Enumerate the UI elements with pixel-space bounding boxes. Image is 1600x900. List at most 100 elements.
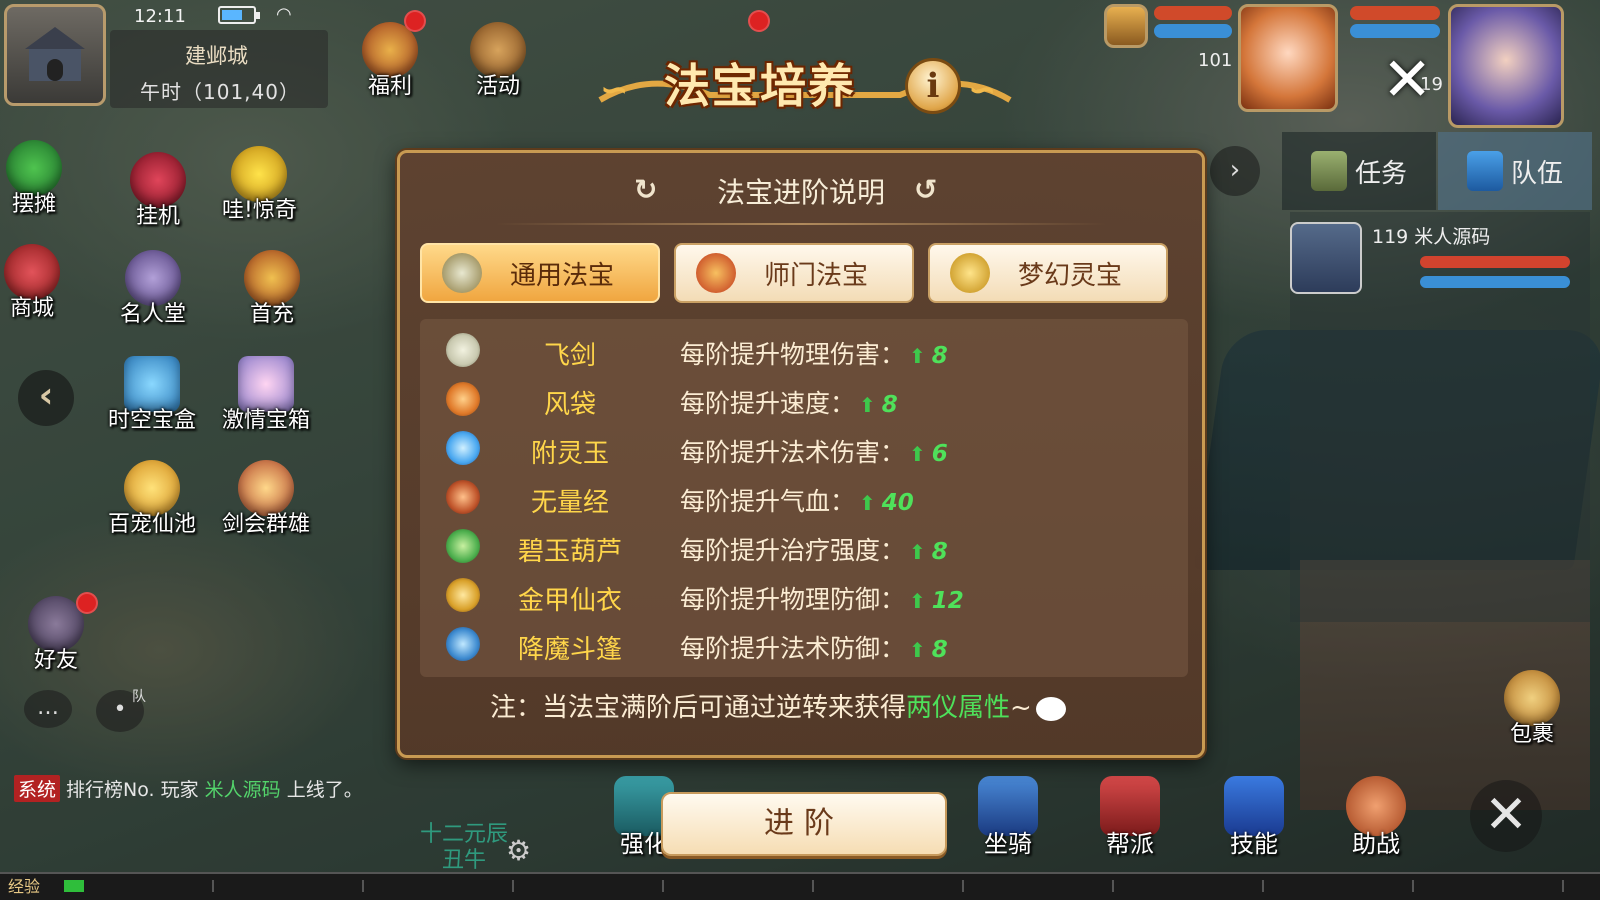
list-item: 金甲仙衣 每阶提升物理防御： ⬆ 12 bbox=[420, 570, 1188, 620]
zodiac-value: 丑牛 bbox=[442, 848, 487, 873]
item-name: 碧玉葫芦 bbox=[517, 537, 622, 567]
modal-main-title: 法宝培养 bbox=[664, 59, 856, 113]
chat-suffix: 上线了。 bbox=[280, 779, 363, 801]
team-member-mp-bar bbox=[1420, 276, 1570, 288]
pet-portrait[interactable] bbox=[1238, 4, 1338, 112]
afk-button[interactable]: 挂机 bbox=[130, 152, 186, 230]
flag-icon bbox=[1466, 151, 1503, 191]
hall-of-fame-button[interactable]: 名人堂 bbox=[120, 250, 186, 328]
item-value: 8 bbox=[931, 637, 948, 663]
chat-prefix: 排行榜No. bbox=[66, 779, 155, 801]
item-value: 8 bbox=[881, 392, 898, 418]
item-name: 无量经 bbox=[530, 488, 609, 518]
gear-icon[interactable]: ⚙ bbox=[506, 834, 531, 867]
up-arrow-icon: ⬆ bbox=[909, 442, 926, 466]
wifi-icon: ◠ bbox=[276, 4, 292, 25]
item-name: 金甲仙衣 bbox=[517, 586, 622, 616]
skills-button[interactable]: 技能 bbox=[1224, 776, 1284, 859]
item-name: 降魔斗篷 bbox=[517, 635, 622, 665]
team-member-avatar[interactable] bbox=[1290, 222, 1362, 294]
close-icon[interactable]: ✕ bbox=[1382, 50, 1432, 110]
item-value: 40 bbox=[881, 490, 914, 516]
pet-level: 101 bbox=[1198, 50, 1233, 71]
zodiac-label: 十二元辰 bbox=[420, 822, 509, 847]
system-tag: 系统 bbox=[14, 775, 61, 802]
activity-button[interactable]: 活动 bbox=[470, 22, 526, 100]
pet-mp-bar bbox=[1154, 24, 1232, 38]
tab-dream-lingbao[interactable]: 梦幻灵宝 bbox=[928, 243, 1168, 303]
battery-icon bbox=[218, 6, 260, 24]
coordinates: 午时（101,40） bbox=[140, 80, 300, 104]
fabao-list: 飞剑 每阶提升物理伤害： ⬆ 8 风袋 每阶提升速度： ⬆ 8 附灵玉 每阶提升法术伤害… bbox=[420, 319, 1188, 677]
player-mp-bar bbox=[1350, 24, 1440, 38]
player-hp-bar bbox=[1350, 6, 1440, 20]
system-chat-line: 系统 排行榜No. 玩家 米人源码 上线了。 bbox=[14, 775, 363, 802]
swirl-left-icon: ∽ bbox=[600, 70, 629, 110]
surprise-button[interactable]: 哇!惊奇 bbox=[222, 146, 297, 224]
info-icon[interactable]: i bbox=[905, 58, 961, 114]
friends-button[interactable]: 好友 bbox=[28, 596, 84, 674]
item-desc: 每阶提升气血： ⬆ 40 bbox=[680, 487, 914, 516]
pet-hp-bar bbox=[1154, 6, 1232, 20]
up-arrow-icon: ⬆ bbox=[909, 344, 926, 368]
exp-fill bbox=[64, 880, 84, 892]
guild-button[interactable]: 帮派 bbox=[1100, 776, 1160, 859]
scroll-icon bbox=[1310, 151, 1347, 191]
mount-button[interactable]: 坐骑 bbox=[978, 776, 1038, 859]
assist-button[interactable]: 助战 bbox=[1346, 776, 1406, 859]
fabao-modal: ↻ 法宝进阶说明 ↺ 通用法宝 师门法宝 梦幻灵宝 飞剑 每阶提升物理伤害： ⬆ 8… bbox=[397, 150, 1205, 758]
tab-team[interactable]: 队伍 bbox=[1438, 132, 1592, 210]
advance-button[interactable]: 进阶 bbox=[661, 792, 947, 856]
wind-bag-icon bbox=[446, 382, 480, 416]
bag-button[interactable]: 包裹 bbox=[1504, 670, 1560, 748]
modal-subtitle: 法宝进阶说明 bbox=[716, 176, 885, 209]
city-gate-icon bbox=[25, 27, 85, 81]
collapse-left-arrow-icon[interactable]: ‹ bbox=[18, 370, 74, 426]
stall-button[interactable]: 摆摊 bbox=[6, 140, 62, 218]
golden-armor-icon bbox=[446, 578, 480, 612]
player-portrait[interactable] bbox=[1448, 4, 1564, 128]
up-arrow-icon: ⬆ bbox=[859, 491, 876, 515]
item-desc: 每阶提升法术防御： ⬆ 8 bbox=[680, 634, 948, 663]
minimap[interactable] bbox=[4, 4, 106, 106]
up-arrow-icon: ⬆ bbox=[909, 589, 926, 613]
crossed-swords-icon bbox=[442, 253, 482, 293]
item-desc: 每阶提升法术伤害： ⬆ 6 bbox=[680, 438, 948, 467]
list-item: 风袋 每阶提升速度： ⬆ 8 bbox=[420, 374, 1188, 424]
tab-quests[interactable]: 任务 bbox=[1282, 132, 1436, 210]
demon-cloak-icon bbox=[446, 627, 480, 661]
item-name: 附灵玉 bbox=[530, 439, 609, 469]
chat-bubble-icon[interactable]: … bbox=[24, 690, 72, 728]
item-name: 飞剑 bbox=[543, 341, 596, 371]
expand-right-arrow-icon[interactable]: › bbox=[1210, 146, 1260, 196]
team-member-name: 119 米人源码 bbox=[1372, 226, 1491, 248]
first-recharge-button[interactable]: 首充 bbox=[244, 250, 300, 328]
list-item: 附灵玉 每阶提升法术伤害： ⬆ 6 bbox=[420, 423, 1188, 473]
passion-chest-button[interactable]: 激情宝箱 bbox=[222, 356, 310, 434]
item-desc: 每阶提升物理防御： ⬆ 12 bbox=[680, 585, 964, 614]
tab-sect-fabao[interactable]: 师门法宝 bbox=[674, 243, 914, 303]
welfare-button[interactable]: 福利 bbox=[362, 22, 418, 100]
chat-player-name[interactable]: 米人源码 bbox=[205, 779, 281, 801]
notification-dot bbox=[404, 10, 426, 32]
team-member-hp-bar bbox=[1420, 256, 1570, 268]
tab-general-fabao[interactable]: 通用法宝 bbox=[420, 243, 660, 303]
note-highlight: 两仪属性 bbox=[906, 693, 1011, 723]
emoji-face-icon bbox=[1035, 696, 1066, 721]
time-box-button[interactable]: 时空宝盒 bbox=[108, 356, 196, 434]
pet-pool-button[interactable]: 百宠仙池 bbox=[108, 460, 196, 538]
list-item: 降魔斗篷 每阶提升法术防御： ⬆ 8 bbox=[420, 619, 1188, 669]
sword-arena-button[interactable]: 剑会群雄 bbox=[222, 460, 310, 538]
advance-note: 注：当法宝满阶后可通过逆转来获得两仪属性~ bbox=[490, 687, 1066, 724]
notification-dot bbox=[76, 592, 98, 614]
flying-sword-icon bbox=[446, 333, 480, 367]
item-name: 风袋 bbox=[543, 390, 596, 420]
buff-icon[interactable] bbox=[1104, 4, 1148, 48]
shop-button[interactable]: 商城 bbox=[4, 244, 60, 322]
item-value: 8 bbox=[931, 539, 948, 565]
exp-label: 经验 bbox=[8, 877, 41, 896]
title-divider bbox=[496, 223, 1106, 225]
item-value: 6 bbox=[931, 441, 948, 467]
mic-channel-tag: 队 bbox=[132, 689, 146, 705]
close-menu-icon[interactable]: ✕ bbox=[1470, 780, 1542, 852]
